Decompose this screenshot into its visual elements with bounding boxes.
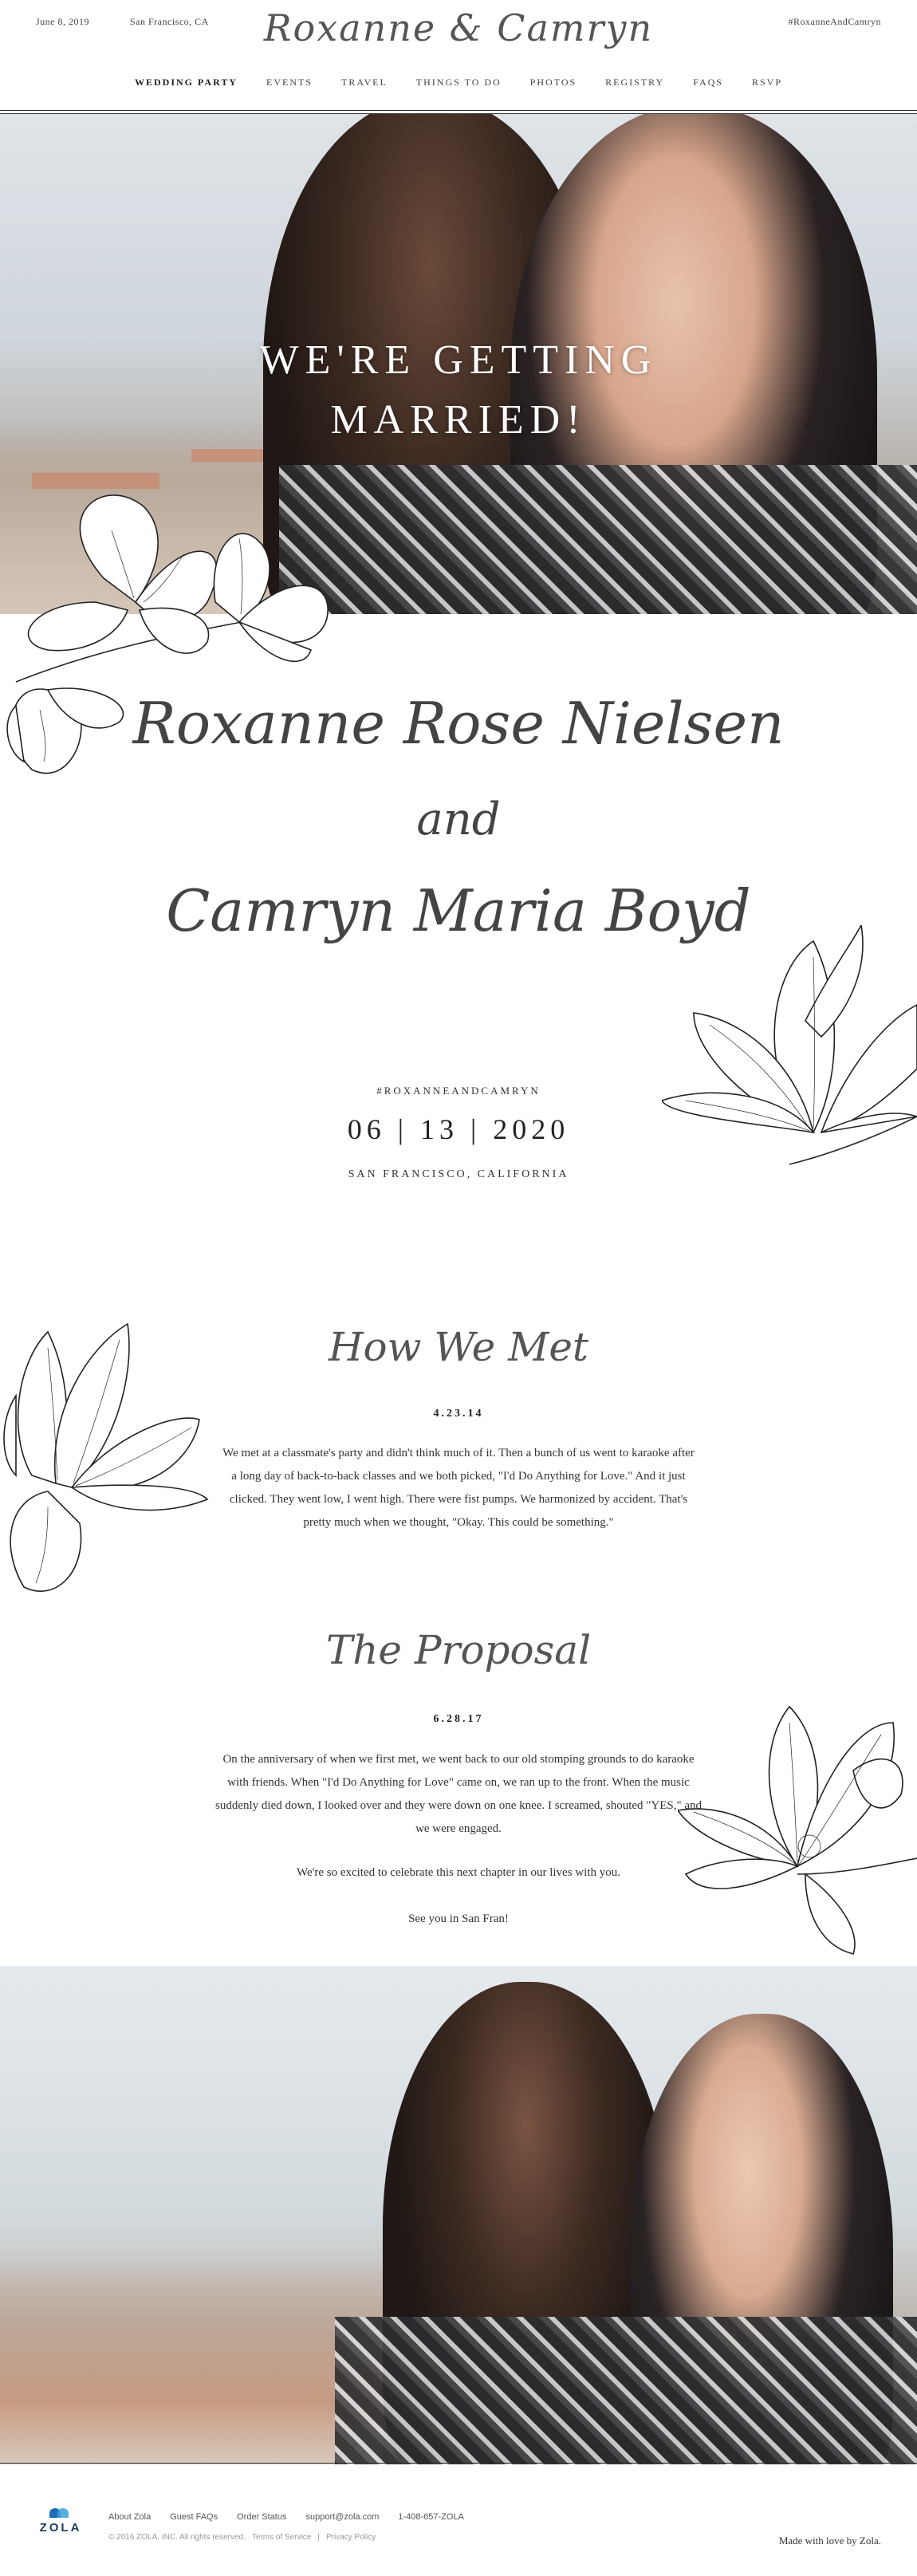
footer-link-support-email[interactable]: support@zola.com <box>305 2512 379 2522</box>
photo-sweater <box>335 2317 917 2464</box>
hero-sweater <box>279 465 917 614</box>
partner-name-2: Camryn Maria Boyd <box>166 877 751 944</box>
proposal-closing-2: See you in San Fran! <box>408 1912 509 1925</box>
footer-legal: © 2016 ZOLA, INC. All rights reserved. T… <box>108 2533 376 2542</box>
privacy-link[interactable]: Privacy Policy <box>326 2533 376 2542</box>
footer-link-about[interactable]: About Zola <box>108 2512 151 2522</box>
header-hashtag: #RoxanneAndCamryn <box>788 16 881 27</box>
zola-logo[interactable]: ZOLA <box>36 2508 85 2535</box>
legal-separator: | <box>317 2533 320 2542</box>
nav-things-to-do[interactable]: THINGS TO DO <box>416 77 502 89</box>
site-footer: ZOLA About Zola Guest FAQs Order Status … <box>0 2464 917 2576</box>
footer-link-phone[interactable]: 1-408-657-ZOLA <box>398 2512 464 2522</box>
photo-city-background <box>0 2257 383 2464</box>
main-nav: WEDDING PARTY EVENTS TRAVEL THINGS TO DO… <box>0 77 917 89</box>
wedding-hashtag: #ROXANNEANDCAMRYN <box>376 1085 541 1097</box>
hero-title-line-1: WE'RE GETTING <box>259 337 658 383</box>
footer-divider <box>0 2463 917 2464</box>
wedding-city: SAN FRANCISCO, CALIFORNIA <box>348 1168 569 1180</box>
footer-links: About Zola Guest FAQs Order Status suppo… <box>108 2512 464 2522</box>
copyright-text: © 2016 ZOLA, INC. All rights reserved. <box>108 2533 246 2542</box>
hero-title: WE'RE GETTING MARRIED! <box>0 330 917 451</box>
nav-rsvp[interactable]: RSVP <box>752 77 782 89</box>
nav-events[interactable]: EVENTS <box>266 77 313 89</box>
header-divider <box>0 110 917 111</box>
couple-photo <box>0 1966 917 2464</box>
proposal-date: 6.28.17 <box>433 1713 484 1725</box>
how-we-met-date: 4.23.14 <box>433 1408 484 1420</box>
wedding-date: 06 | 13 | 2020 <box>347 1113 570 1145</box>
nav-travel[interactable]: TRAVEL <box>341 77 388 89</box>
proposal-text: On the anniversary of when we first met,… <box>215 1753 703 1835</box>
how-we-met-text: We met at a classmate's party and didn't… <box>222 1447 695 1529</box>
footer-link-order-status[interactable]: Order Status <box>237 2512 286 2522</box>
couple-monogram[interactable]: Roxanne & Camryn <box>0 6 917 49</box>
zola-logo-icon <box>49 2508 72 2518</box>
how-we-met-title: How We Met <box>328 1324 589 1370</box>
partner-name-1: Roxanne Rose Nielsen <box>132 690 785 757</box>
proposal-closing-1: We're so excited to celebrate this next … <box>297 1866 620 1879</box>
footer-link-guest-faqs[interactable]: Guest FAQs <box>170 2512 218 2522</box>
nav-faqs[interactable]: FAQs <box>693 77 723 89</box>
nav-registry[interactable]: REGISTRY <box>605 77 664 89</box>
nav-photos[interactable]: PHOTOS <box>530 77 577 89</box>
zola-wordmark: ZOLA <box>39 2521 82 2535</box>
proposal-title: The Proposal <box>325 1627 592 1673</box>
hero-title-line-2: MARRIED! <box>330 397 587 443</box>
made-with-zola: Made with love by Zola. <box>778 2535 881 2546</box>
names-conjunction: and <box>416 794 501 845</box>
nav-wedding-party[interactable]: WEDDING PARTY <box>135 77 238 89</box>
site-header: June 8, 2019 San Francisco, CA Roxanne &… <box>0 0 917 114</box>
terms-link[interactable]: Terms of Service <box>252 2533 311 2542</box>
